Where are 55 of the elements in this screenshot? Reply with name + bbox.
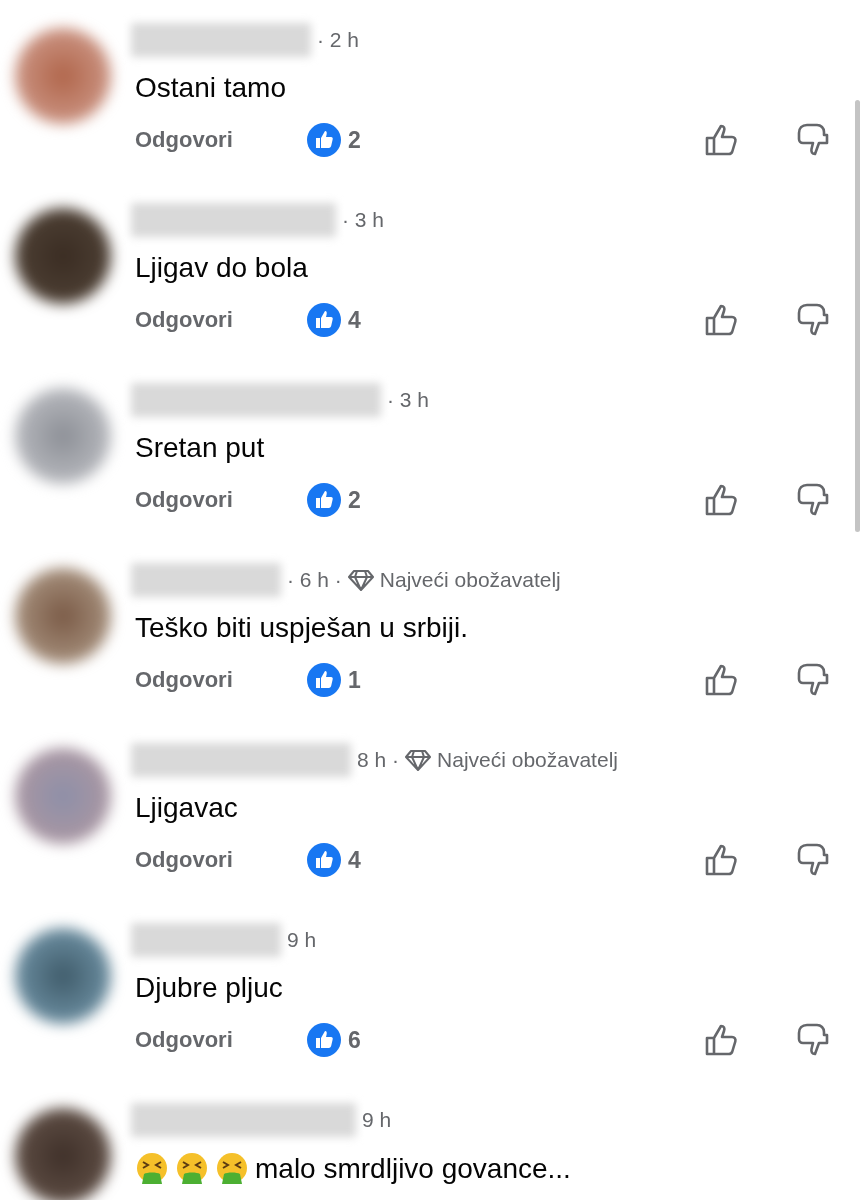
comment-text: Djubre pljuc xyxy=(135,972,283,1004)
like-button[interactable] xyxy=(704,123,740,157)
comment-text: Sretan put xyxy=(135,432,265,464)
avatar[interactable] xyxy=(15,1108,111,1200)
like-count: 4 xyxy=(348,306,361,334)
comment-text: malo smrdljivo govance... xyxy=(255,1153,571,1185)
like-icon xyxy=(307,483,341,517)
like-button[interactable] xyxy=(704,663,740,697)
comment-time: 8 h · xyxy=(357,748,400,772)
reply-button[interactable]: Odgovori xyxy=(135,307,307,333)
like-icon xyxy=(307,303,341,337)
avatar[interactable] xyxy=(15,928,111,1024)
like-icon xyxy=(307,663,341,697)
dislike-button[interactable] xyxy=(796,302,830,338)
comment-time: · 6 h · xyxy=(287,568,342,592)
dislike-button[interactable] xyxy=(796,482,830,518)
comment-text: Teško biti uspješan u srbiji. xyxy=(135,612,469,644)
comment-time: 9 h xyxy=(362,1108,392,1132)
reply-button[interactable]: Odgovori xyxy=(135,667,307,693)
avatar[interactable] xyxy=(15,208,111,304)
like-button[interactable] xyxy=(704,843,740,877)
reply-button[interactable]: Odgovori xyxy=(135,127,307,153)
like-count: 2 xyxy=(348,126,361,154)
like-icon xyxy=(307,843,341,877)
dislike-button[interactable] xyxy=(796,662,830,698)
scrollbar[interactable] xyxy=(855,100,860,532)
like-icon xyxy=(307,123,341,157)
comment-time: · 3 h xyxy=(342,208,385,232)
dislike-button[interactable] xyxy=(796,122,830,158)
nauseated-face-icon xyxy=(175,1152,209,1186)
like-count: 2 xyxy=(348,486,361,514)
fan-label: Najveći obožavatelj xyxy=(379,568,561,592)
comment-time: 9 h xyxy=(287,928,317,952)
diamond-icon xyxy=(347,569,374,591)
dislike-button[interactable] xyxy=(796,842,830,878)
like-button[interactable] xyxy=(704,303,740,337)
reply-button[interactable]: Odgovori xyxy=(135,1027,307,1053)
like-icon xyxy=(307,1023,341,1057)
nauseated-face-icon xyxy=(135,1152,169,1186)
like-button[interactable] xyxy=(704,1023,740,1057)
comment-time: · 3 h xyxy=(387,388,430,412)
dislike-button[interactable] xyxy=(796,1022,830,1058)
fan-label: Najveći obožavatelj xyxy=(437,748,618,772)
like-count: 6 xyxy=(348,1026,361,1054)
like-count: 4 xyxy=(348,846,361,874)
comment-text: Ostani tamo xyxy=(135,72,286,104)
comment-text: Ljigav do bola xyxy=(135,252,308,284)
like-count: 1 xyxy=(348,666,361,694)
like-button[interactable] xyxy=(704,483,740,517)
diamond-icon xyxy=(405,749,432,771)
reply-button[interactable]: Odgovori xyxy=(135,847,307,873)
comment-time: · 2 h xyxy=(317,28,360,52)
comment-text: Ljigavac xyxy=(135,792,238,824)
reply-button[interactable]: Odgovori xyxy=(135,487,307,513)
nauseated-face-icon xyxy=(215,1152,249,1186)
